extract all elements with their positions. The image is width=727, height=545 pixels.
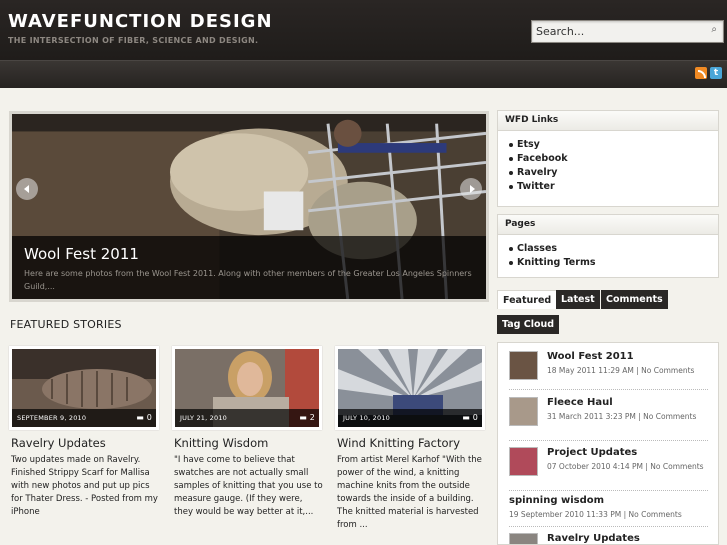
story-date: SEPTEMBER 9, 2010 bbox=[17, 414, 87, 422]
story-title[interactable]: Ravelry Updates bbox=[11, 436, 106, 450]
tab-tag-cloud[interactable]: Tag Cloud bbox=[497, 315, 560, 334]
list-item[interactable]: Ravelry Updates bbox=[509, 533, 712, 544]
link-twitter[interactable]: Twitter bbox=[509, 180, 718, 194]
story-card: JULY 21, 2010 ▬ 2 Knitting Wisdom "I hav… bbox=[172, 346, 324, 536]
nav-bar bbox=[0, 60, 727, 88]
story-meta: JULY 21, 2010 ▬ 2 bbox=[175, 409, 319, 427]
divider bbox=[509, 440, 708, 441]
comment-count-value: 0 bbox=[472, 413, 478, 422]
story-card: JULY 10, 2010 ▬ 0 Wind Knitting Factory … bbox=[335, 346, 487, 536]
search-icon[interactable]: ⌕ bbox=[711, 24, 717, 35]
post-meta: 31 March 2011 3:23 PM | No Comments bbox=[547, 412, 697, 421]
site-title[interactable]: WAVEFUNCTION DESIGN bbox=[8, 11, 273, 32]
list-item[interactable]: Project Updates 07 October 2010 4:14 PM … bbox=[509, 447, 712, 485]
post-meta: 18 May 2011 11:29 AM | No Comments bbox=[547, 366, 695, 375]
post-title[interactable]: spinning wisdom bbox=[509, 495, 604, 506]
story-excerpt: From artist Merel Karhof "With the power… bbox=[337, 455, 482, 530]
post-thumbnail[interactable] bbox=[509, 533, 538, 544]
search-input[interactable] bbox=[536, 23, 696, 40]
story-excerpt: "I have come to believe that swatches ar… bbox=[174, 455, 323, 517]
twitter-icon[interactable]: t bbox=[710, 67, 722, 79]
story-date: JULY 10, 2010 bbox=[343, 414, 391, 422]
story-card: SEPTEMBER 9, 2010 ▬ 0 Ravelry Updates Tw… bbox=[9, 346, 161, 536]
comment-count[interactable]: ▬ 0 bbox=[462, 409, 478, 427]
post-thumbnail[interactable] bbox=[509, 447, 538, 476]
site-tagline: THE INTERSECTION OF FIBER, SCIENCE AND D… bbox=[8, 36, 259, 45]
story-date: JULY 21, 2010 bbox=[180, 414, 228, 422]
post-title[interactable]: Project Updates bbox=[547, 447, 637, 458]
post-meta: 19 September 2010 11:33 PM | No Comments bbox=[509, 510, 682, 519]
featured-slider[interactable]: Wool Fest 2011 Here are some photos from… bbox=[9, 111, 489, 302]
slider-next-button[interactable] bbox=[460, 178, 482, 200]
comment-count[interactable]: ▬ 2 bbox=[299, 409, 315, 427]
divider bbox=[509, 526, 708, 527]
wfd-links-widget: WFD Links Etsy Facebook Ravelry Twitter bbox=[497, 110, 719, 207]
widget-title: WFD Links bbox=[498, 111, 718, 131]
widget-title: Pages bbox=[498, 215, 718, 235]
post-title[interactable]: Ravelry Updates bbox=[547, 533, 640, 544]
post-thumbnail[interactable] bbox=[509, 351, 538, 380]
list-item[interactable]: spinning wisdom 19 September 2010 11:33 … bbox=[509, 495, 712, 523]
list-item[interactable]: Fleece Haul 31 March 2011 3:23 PM | No C… bbox=[509, 397, 712, 435]
comment-count-value: 0 bbox=[146, 413, 152, 422]
list-item[interactable]: Wool Fest 2011 18 May 2011 11:29 AM | No… bbox=[509, 351, 712, 383]
comment-count[interactable]: ▬ 0 bbox=[136, 409, 152, 427]
tab-panel: Wool Fest 2011 18 May 2011 11:29 AM | No… bbox=[497, 342, 719, 545]
story-meta: JULY 10, 2010 ▬ 0 bbox=[338, 409, 482, 427]
post-thumbnail[interactable] bbox=[509, 397, 538, 426]
story-excerpt: Two updates made on Ravelry. Finished St… bbox=[11, 455, 158, 517]
slide-title[interactable]: Wool Fest 2011 bbox=[24, 245, 139, 263]
link-ravelry[interactable]: Ravelry bbox=[509, 166, 718, 180]
search-box: ⌕ bbox=[531, 20, 724, 43]
wfd-links-list: Etsy Facebook Ravelry Twitter bbox=[498, 131, 718, 194]
link-facebook[interactable]: Facebook bbox=[509, 152, 718, 166]
story-thumbnail[interactable]: SEPTEMBER 9, 2010 ▬ 0 bbox=[9, 346, 159, 430]
tab-featured[interactable]: Featured bbox=[497, 290, 558, 309]
rss-icon[interactable] bbox=[695, 67, 707, 79]
comment-count-value: 2 bbox=[309, 413, 315, 422]
post-title[interactable]: Fleece Haul bbox=[547, 397, 613, 408]
slide-excerpt: Here are some photos from the Wool Fest … bbox=[24, 269, 472, 291]
slider-prev-button[interactable] bbox=[16, 178, 38, 200]
pages-widget: Pages Classes Knitting Terms bbox=[497, 214, 719, 278]
divider bbox=[509, 389, 708, 390]
page-knitting-terms[interactable]: Knitting Terms bbox=[509, 256, 718, 270]
link-etsy[interactable]: Etsy bbox=[509, 138, 718, 152]
pages-list: Classes Knitting Terms bbox=[498, 235, 718, 270]
story-thumbnail[interactable]: JULY 10, 2010 ▬ 0 bbox=[335, 346, 485, 430]
divider bbox=[509, 490, 708, 491]
site-header: WAVEFUNCTION DESIGN THE INTERSECTION OF … bbox=[0, 0, 727, 60]
post-title[interactable]: Wool Fest 2011 bbox=[547, 351, 634, 362]
story-meta: SEPTEMBER 9, 2010 ▬ 0 bbox=[12, 409, 156, 427]
page-classes[interactable]: Classes bbox=[509, 242, 718, 256]
story-title[interactable]: Wind Knitting Factory bbox=[337, 436, 460, 450]
slide-caption: Wool Fest 2011 Here are some photos from… bbox=[12, 236, 486, 299]
story-title[interactable]: Knitting Wisdom bbox=[174, 436, 268, 450]
featured-heading: FEATURED STORIES bbox=[10, 318, 122, 331]
post-meta: 07 October 2010 4:14 PM | No Comments bbox=[547, 462, 704, 471]
story-thumbnail[interactable]: JULY 21, 2010 ▬ 2 bbox=[172, 346, 322, 430]
tab-latest[interactable]: Latest bbox=[556, 290, 600, 309]
tab-comments[interactable]: Comments bbox=[601, 290, 668, 309]
